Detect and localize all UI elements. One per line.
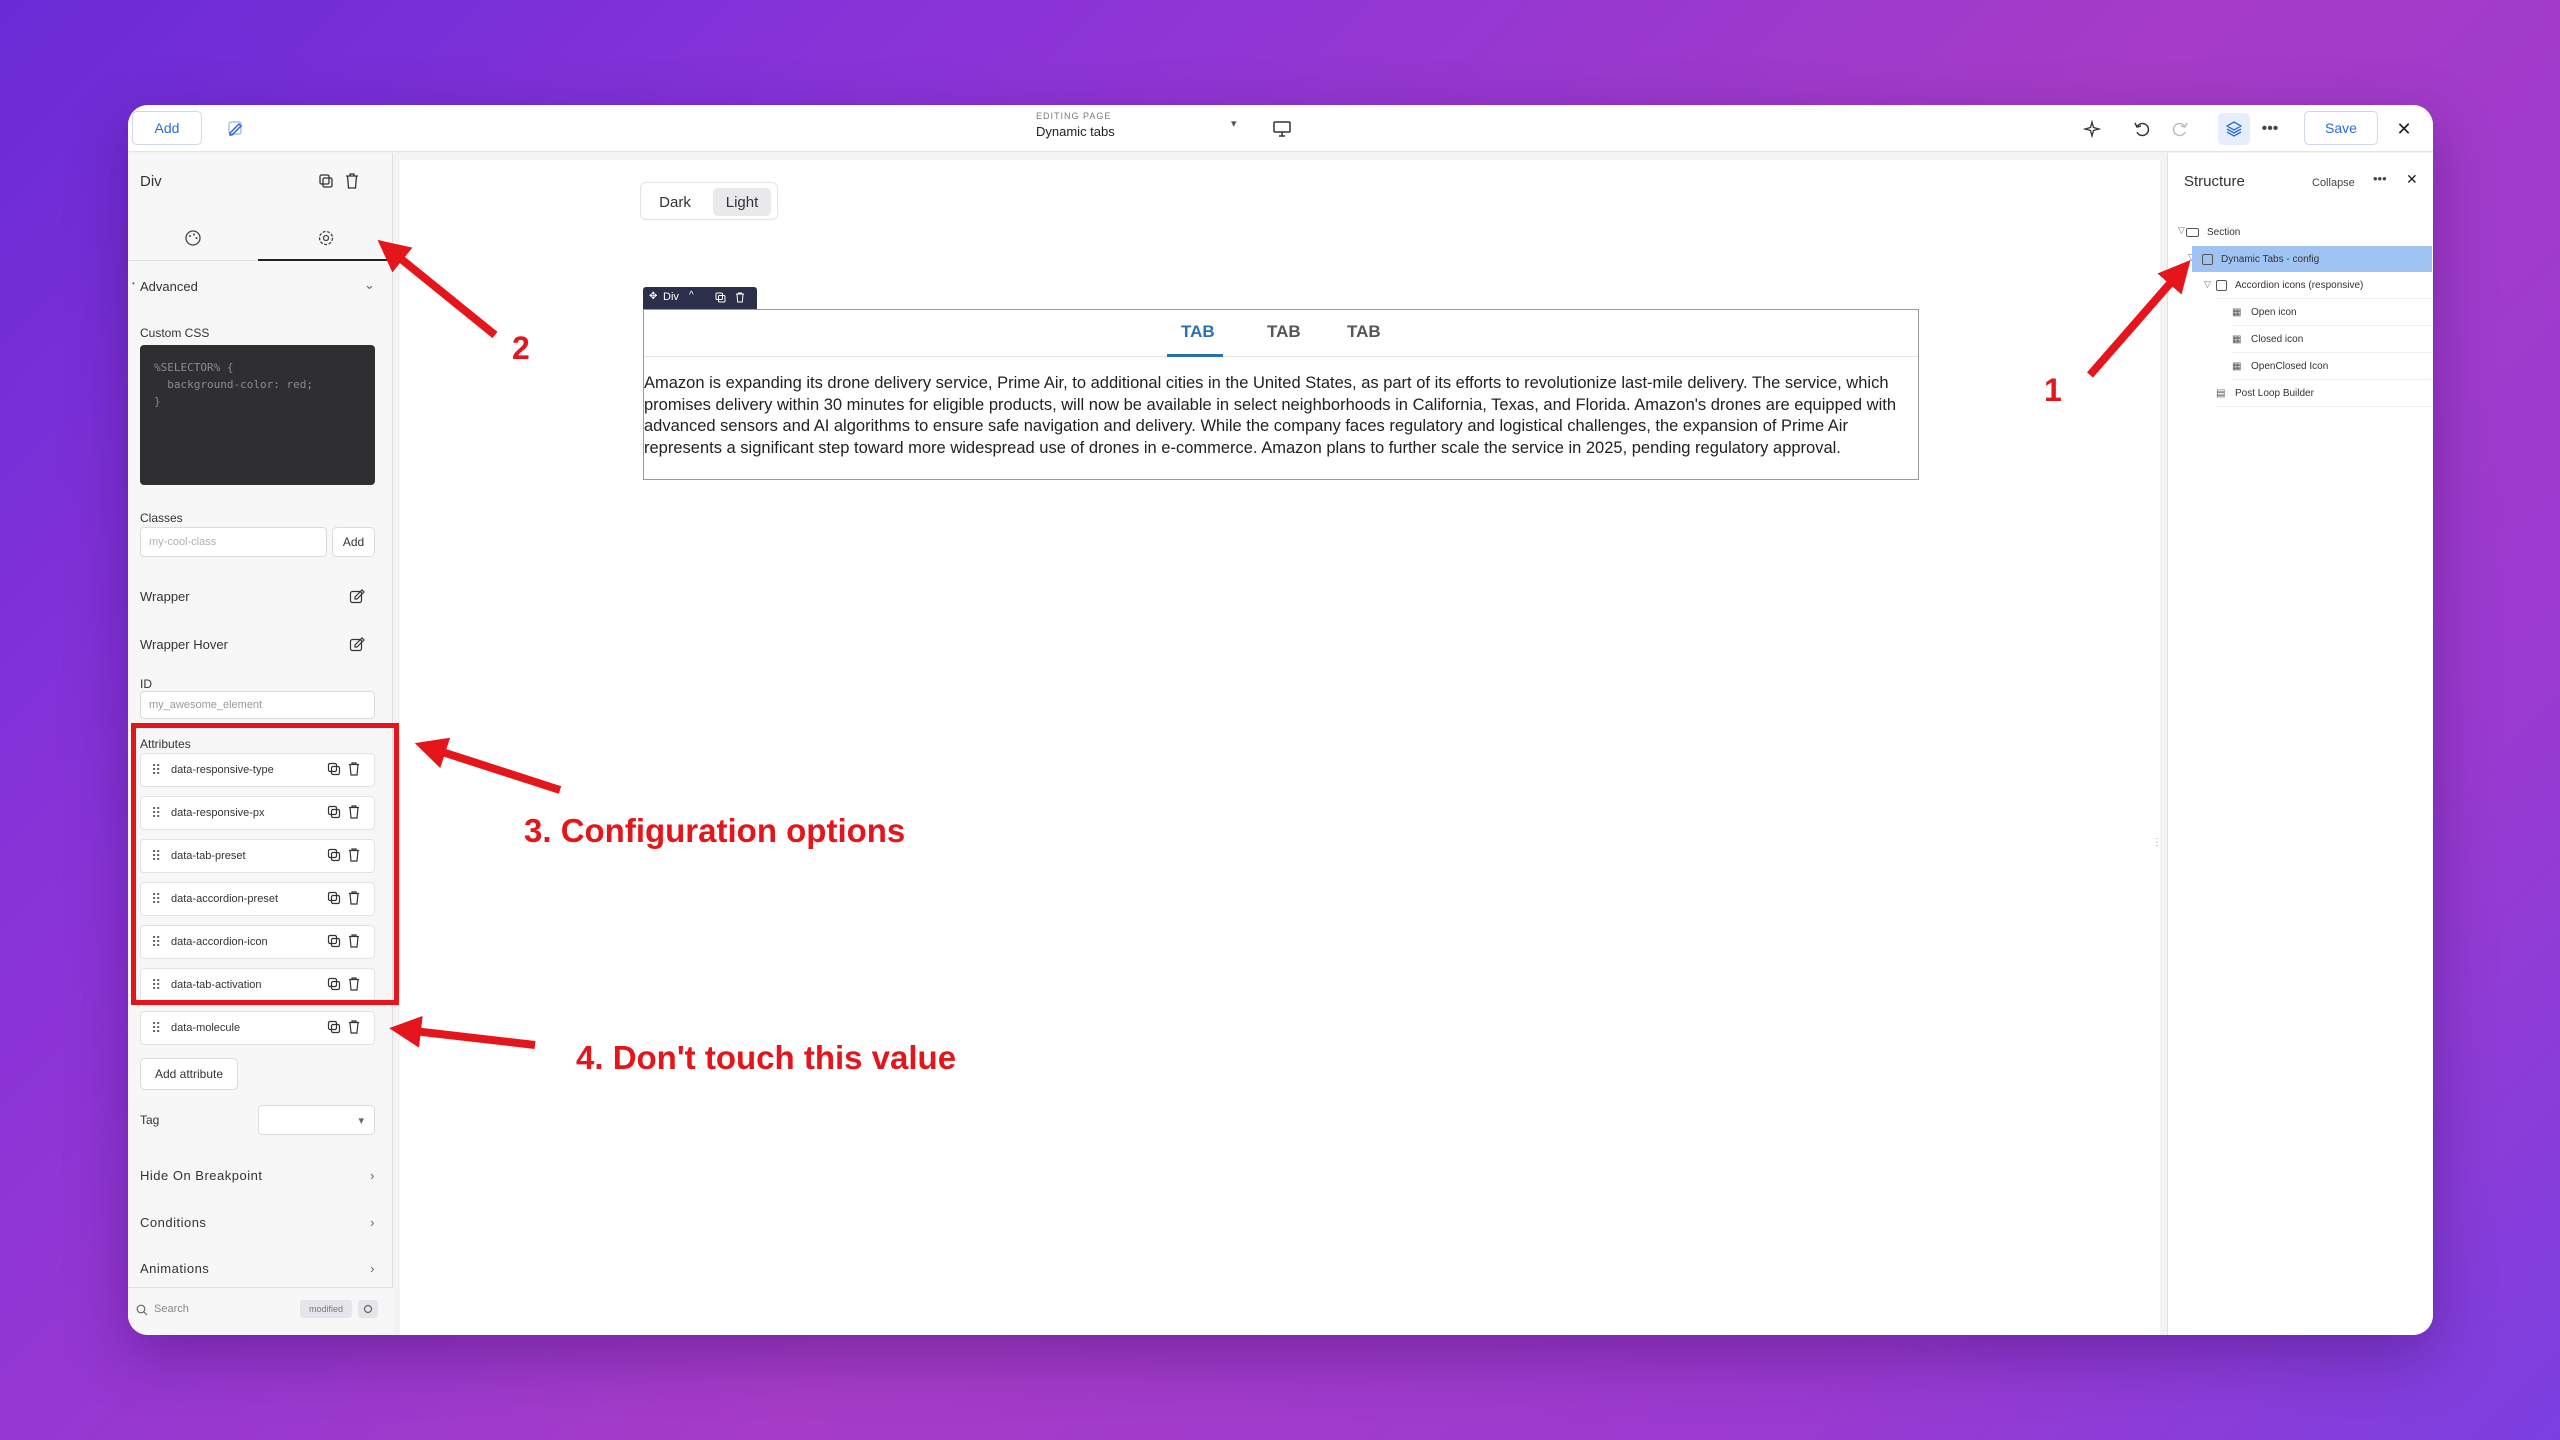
arrow-1 [2086, 259, 2191, 378]
arrow-3 [414, 737, 562, 794]
arrow-2 [377, 239, 498, 339]
arrow-4 [389, 1015, 536, 1049]
annotation-3: 3. Configuration options [524, 812, 906, 849]
annotation-arrows [377, 239, 2191, 1049]
annotation-1: 1 [2044, 372, 2062, 408]
annotation-4: 4. Don't touch this value [576, 1039, 957, 1076]
annotation-2: 2 [512, 330, 530, 366]
